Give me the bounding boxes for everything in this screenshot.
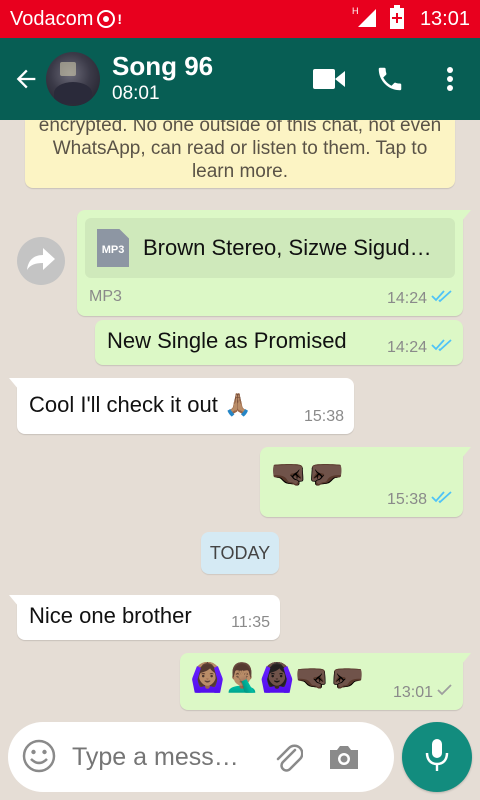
cd-icon — [97, 10, 116, 28]
signal-icon: H — [352, 5, 380, 34]
emoji-message: 🙆🏽‍♀️🤦🏽‍♂️🙆🏿‍♀️🤜🏿🤛🏿 — [190, 662, 365, 693]
message-time: 14:24 — [386, 338, 427, 356]
voice-call-icon[interactable] — [360, 49, 420, 109]
message-text: Cool I'll check it out 🙏🏽 — [29, 392, 252, 417]
mic-button[interactable] — [402, 722, 472, 792]
chat-area[interactable]: encrypted. No one outside of this chat, … — [0, 120, 480, 720]
forward-icon — [27, 247, 55, 275]
read-ticks-icon — [431, 490, 453, 509]
message-meta: 14:24 — [387, 338, 453, 357]
alert-icon: ! — [117, 11, 123, 27]
status-bar: Vodacom ! H 13:01 — [0, 0, 480, 38]
file-attachment[interactable]: MP3 Brown Stereo, Sizwe Sigud… — [85, 218, 455, 278]
message-bubble-file[interactable]: MP3 Brown Stereo, Sizwe Sigud… MP3 14:24 — [77, 210, 471, 316]
read-ticks-icon — [431, 338, 453, 357]
emoji-message: 🤜🏿🤛🏿 — [270, 458, 345, 491]
message-time: 15:38 — [386, 490, 427, 508]
svg-text:H: H — [352, 6, 359, 16]
read-ticks-icon — [431, 289, 453, 308]
message-bubble-emoji[interactable]: 🙆🏽‍♀️🤦🏽‍♂️🙆🏿‍♀️🤜🏿🤛🏿 13:01 — [180, 653, 471, 710]
header-actions — [300, 49, 480, 109]
status-right: H 13:01 — [352, 4, 470, 34]
message-time: 13:01 — [392, 683, 433, 701]
message-text: Nice one brother — [29, 603, 192, 628]
file-type: MP3 — [89, 288, 122, 305]
message-bubble-emoji[interactable]: 🤜🏿🤛🏿 15:38 — [260, 447, 471, 517]
attach-icon[interactable] — [270, 739, 306, 775]
message-bubble-out[interactable]: New Single as Promised 14:24 — [95, 320, 463, 365]
encryption-notice-line3: learn more. — [191, 161, 289, 182]
contact-subtitle: 08:01 — [112, 83, 160, 104]
mic-icon — [425, 738, 449, 777]
forward-button[interactable] — [17, 237, 65, 285]
camera-icon[interactable] — [326, 739, 362, 775]
message-composer — [8, 722, 394, 792]
encryption-notice-line1: encrypted. No one outside of this chat, … — [38, 120, 442, 136]
message-bubble-in[interactable]: Nice one brother 11:35 — [9, 595, 280, 640]
message-meta: 13:01 — [393, 683, 453, 702]
clock: 13:01 — [419, 7, 470, 30]
message-meta: 14:24 — [387, 289, 453, 308]
message-time: 11:35 — [231, 614, 270, 631]
file-name: Brown Stereo, Sizwe Sigud… — [143, 235, 432, 260]
chat-header: Song 96 08:01 — [0, 38, 480, 120]
message-time: 15:38 — [303, 408, 344, 425]
video-call-icon[interactable] — [300, 49, 360, 109]
message-text: New Single as Promised — [107, 328, 347, 353]
battery-icon — [389, 4, 404, 34]
more-options-icon[interactable] — [420, 49, 480, 109]
encryption-notice-line2: WhatsApp, can read or listen to them. Ta… — [52, 138, 428, 159]
message-meta: 11:35 — [231, 614, 270, 632]
mp3-file-icon: MP3 — [97, 229, 129, 267]
contact-avatar[interactable] — [46, 52, 100, 106]
back-arrow-icon[interactable] — [6, 59, 46, 99]
message-meta: 15:38 — [304, 408, 344, 426]
emoji-icon[interactable] — [22, 739, 58, 775]
message-meta: 15:38 — [387, 490, 453, 509]
contact-info[interactable]: Song 96 08:01 — [112, 51, 213, 107]
message-time: 14:24 — [386, 289, 427, 307]
message-input[interactable] — [72, 742, 262, 772]
carrier-name: Vodacom — [10, 7, 94, 30]
date-divider: TODAY — [201, 532, 279, 574]
delivered-ticks-icon — [437, 683, 453, 702]
message-bubble-in[interactable]: Cool I'll check it out 🙏🏽 15:38 — [9, 378, 354, 434]
contact-name: Song 96 — [112, 51, 214, 81]
encryption-notice[interactable]: encrypted. No one outside of this chat, … — [25, 120, 455, 188]
